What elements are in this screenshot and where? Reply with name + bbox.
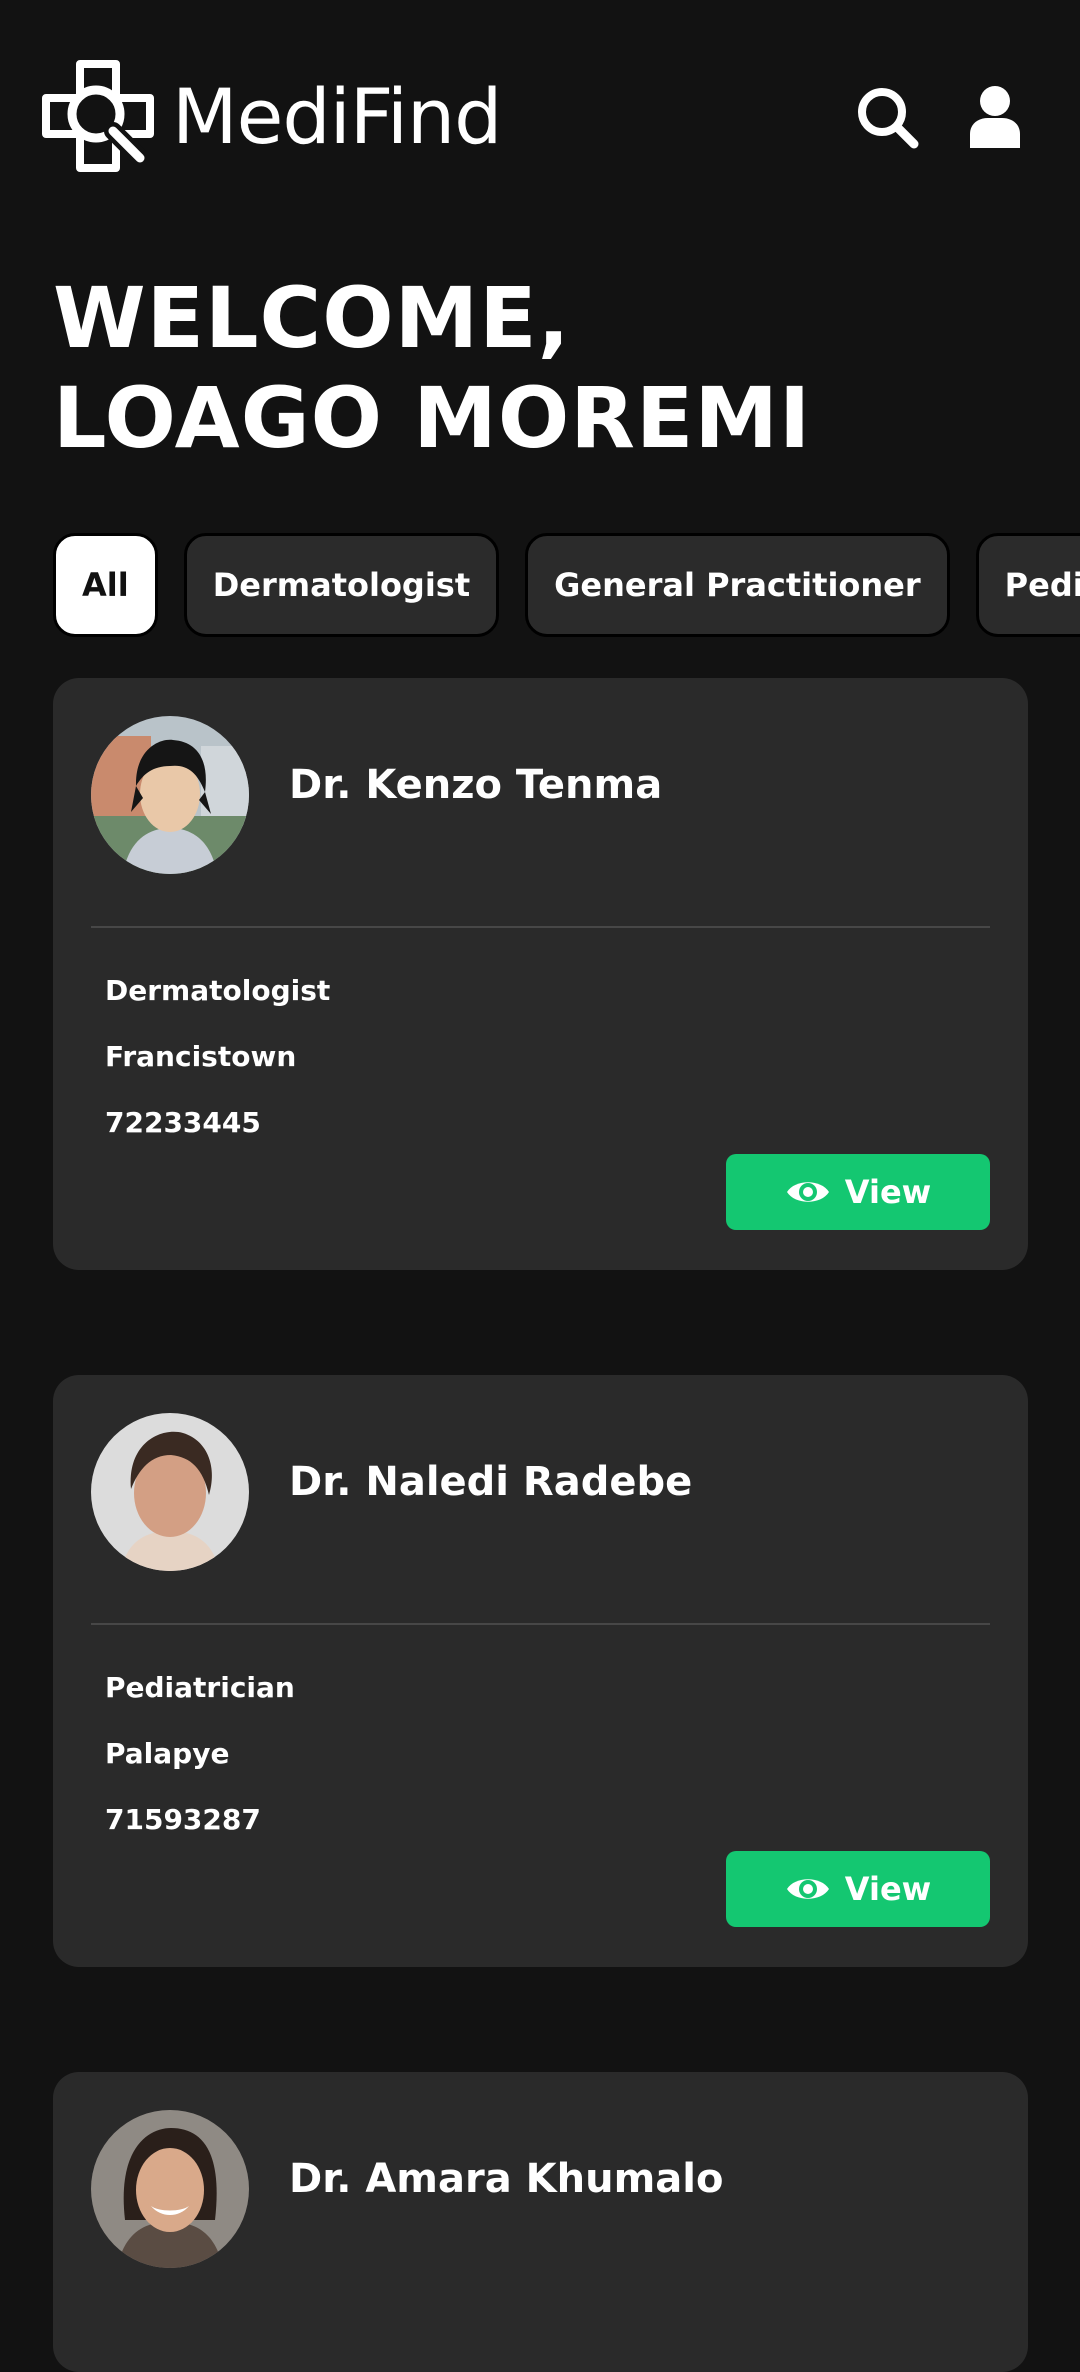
doctor-location: Francistown [105, 1040, 297, 1073]
card-divider [91, 1623, 990, 1625]
doctor-phone: 71593287 [105, 1803, 261, 1836]
card-divider [91, 926, 990, 928]
doctor-name: Dr. Naledi Radebe [289, 1459, 693, 1505]
doctor-photo-icon [91, 1413, 249, 1571]
view-doctor-button[interactable]: View [726, 1851, 990, 1927]
app-header: MediFind [0, 0, 1080, 230]
doctor-name: Dr. Kenzo Tenma [289, 762, 663, 808]
view-doctor-button[interactable]: View [726, 1154, 990, 1230]
doctor-specialty: Dermatologist [105, 974, 331, 1007]
filter-chip-all[interactable]: All [53, 533, 158, 637]
view-button-label: View [844, 1173, 932, 1211]
app-name: MediFind [172, 71, 502, 161]
welcome-heading: WELCOME, LOAGO MOREMI [53, 268, 811, 468]
doctor-avatar [91, 1413, 249, 1571]
welcome-user-name: LOAGO MOREMI [53, 369, 812, 467]
view-button-label: View [844, 1870, 932, 1908]
doctor-location: Palapye [105, 1737, 230, 1770]
doctor-card: Dr. Naledi Radebe Pediatrician Palapye 7… [53, 1375, 1028, 1967]
search-icon[interactable] [854, 84, 920, 150]
doctor-photo-icon [91, 2110, 249, 2268]
doctor-card: Dr. Kenzo Tenma Dermatologist Francistow… [53, 678, 1028, 1270]
doctor-card: Dr. Amara Khumalo [53, 2072, 1028, 2372]
medifind-logo-icon [42, 60, 154, 172]
doctor-phone: 72233445 [105, 1106, 261, 1139]
filter-chip-dermatologist[interactable]: Dermatologist [183, 533, 500, 637]
user-icon[interactable] [962, 84, 1028, 150]
doctor-name: Dr. Amara Khumalo [289, 2156, 724, 2202]
app-logo[interactable]: MediFind [42, 60, 502, 172]
welcome-line-1: WELCOME, [53, 269, 571, 367]
eye-icon [786, 1182, 829, 1202]
eye-icon [786, 1879, 829, 1899]
filter-chip-pediatrician[interactable]: Pediatrician [975, 533, 1080, 637]
doctor-photo-icon [91, 716, 249, 874]
specialty-filter-bar[interactable]: All Dermatologist General Practitioner Pedi… [53, 533, 1080, 639]
doctor-specialty: Pediatrician [105, 1671, 295, 1704]
doctor-avatar [91, 2110, 249, 2268]
doctor-avatar [91, 716, 249, 874]
filter-chip-general-practitioner[interactable]: General Practitioner [525, 533, 950, 637]
